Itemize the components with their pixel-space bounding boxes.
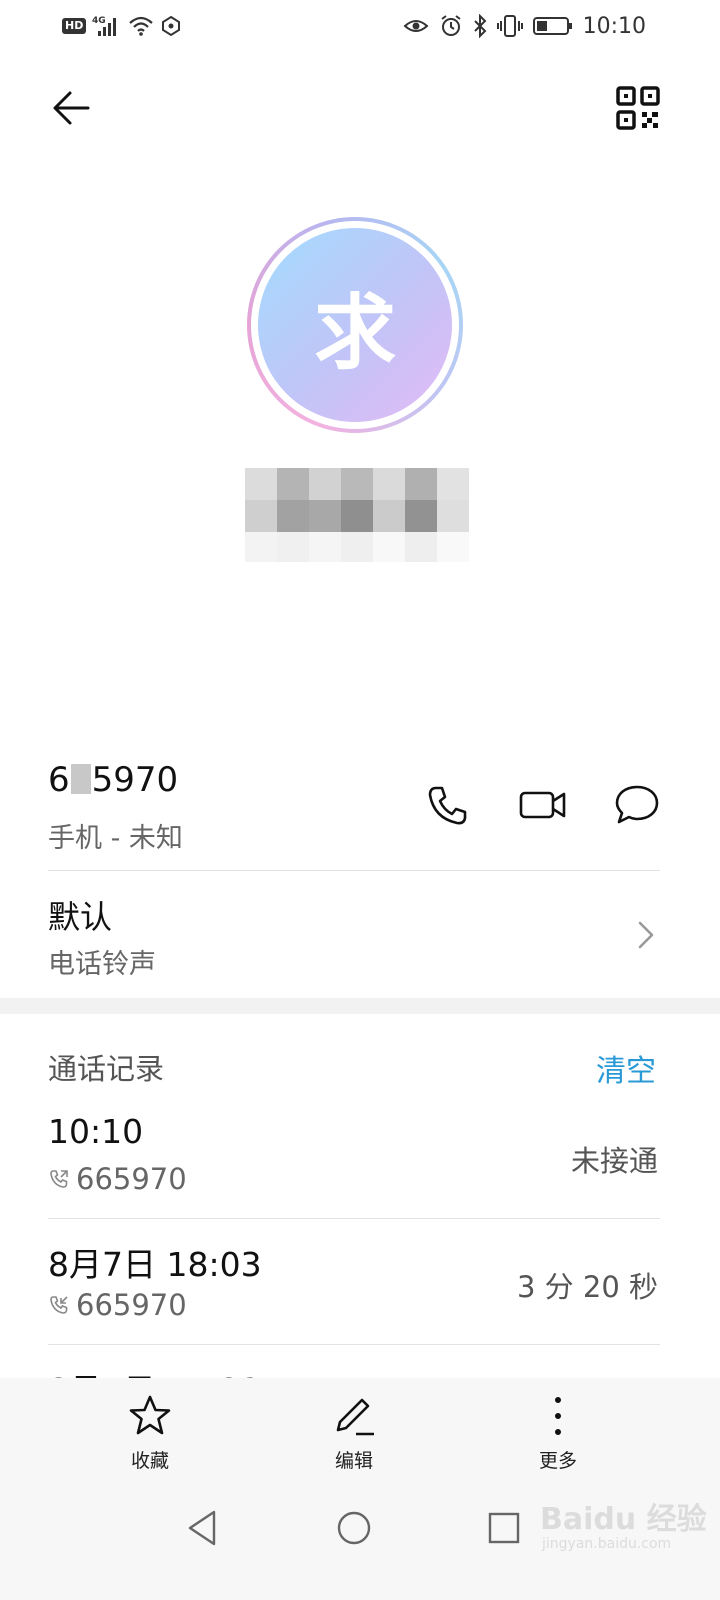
back-button[interactable]	[48, 84, 96, 132]
cellular-signal-icon: 4G	[92, 14, 122, 38]
phone-type-label: 手机 - 未知	[48, 823, 183, 854]
call-time: 10:10	[48, 1112, 144, 1151]
qr-code-icon	[616, 86, 660, 130]
phone-icon	[428, 786, 467, 825]
call-status: 未接通	[570, 1144, 658, 1178]
status-bar: HD 4G 10:10	[0, 0, 720, 54]
watermark-url: jingyan.baidu.com	[542, 1536, 672, 1552]
section-separator	[0, 998, 720, 1014]
nav-back-triangle-icon	[188, 1510, 216, 1546]
call-status: 3 分 20 秒	[516, 1270, 658, 1304]
back-arrow-icon	[53, 91, 90, 125]
video-camera-icon	[519, 791, 566, 819]
edit-button[interactable]: 编辑	[294, 1394, 414, 1473]
favorite-button[interactable]: 收藏	[90, 1394, 210, 1473]
call-number-text: 665970	[76, 1162, 187, 1196]
avatar-frame: 求	[251, 221, 459, 429]
more-vertical-icon	[555, 1397, 561, 1435]
ringtone-label: 电话铃声	[48, 949, 156, 980]
call-button[interactable]	[422, 780, 472, 830]
message-button[interactable]	[612, 780, 662, 830]
qr-code-button[interactable]	[614, 84, 662, 132]
star-icon	[129, 1395, 171, 1435]
nav-recents-square-icon	[488, 1512, 520, 1544]
clear-history-button[interactable]: 清空	[596, 1046, 656, 1090]
avatar[interactable]: 求	[258, 228, 452, 422]
nav-back-button[interactable]	[182, 1506, 226, 1550]
status-right-group: 10:10	[403, 12, 646, 40]
call-history-title: 通话记录	[48, 1052, 165, 1086]
battery-icon	[532, 15, 573, 37]
call-number: 665970	[48, 1162, 187, 1196]
more-button[interactable]: 更多	[498, 1394, 618, 1473]
chevron-right-icon	[630, 915, 660, 955]
nav-home-button[interactable]	[332, 1506, 376, 1550]
alarm-icon	[439, 14, 463, 38]
message-bubble-icon	[615, 785, 659, 824]
pencil-icon	[336, 1398, 374, 1436]
eye-comfort-icon	[403, 16, 429, 36]
incoming-call-icon	[50, 1296, 68, 1314]
status-left-group: HD 4G	[62, 12, 182, 40]
bluetooth-icon	[473, 14, 487, 38]
nav-home-circle-icon	[337, 1511, 371, 1545]
video-call-button[interactable]	[518, 780, 568, 830]
call-number: 665970	[48, 1288, 187, 1322]
phone-number-suffix: 5970	[91, 760, 179, 800]
watermark-logo: Baidu 经验	[540, 1502, 707, 1537]
ringtone-value: 默认	[48, 898, 113, 936]
status-time: 10:10	[582, 13, 646, 39]
vibrate-icon	[496, 14, 523, 38]
more-label: 更多	[538, 1450, 577, 1472]
avatar-ring: 求	[247, 217, 463, 433]
divider	[48, 1344, 660, 1345]
wifi-icon	[128, 15, 154, 37]
phone-number[interactable]: 6 5970	[48, 760, 178, 800]
svg-text:4G: 4G	[92, 16, 106, 26]
contact-name-pixelated	[245, 468, 469, 562]
avatar-initial: 求	[313, 285, 396, 381]
edit-label: 编辑	[334, 1450, 373, 1472]
nfc-icon	[160, 15, 182, 37]
phone-number-prefix: 6	[48, 760, 70, 800]
nav-recents-button[interactable]	[482, 1506, 526, 1550]
call-number-text: 665970	[76, 1288, 187, 1322]
hd-badge: HD	[62, 18, 87, 34]
outgoing-call-icon	[50, 1170, 68, 1188]
favorite-label: 收藏	[130, 1450, 169, 1472]
divider	[48, 870, 660, 871]
redaction-block	[70, 764, 91, 794]
call-time: 8月7日 18:03	[48, 1245, 262, 1284]
